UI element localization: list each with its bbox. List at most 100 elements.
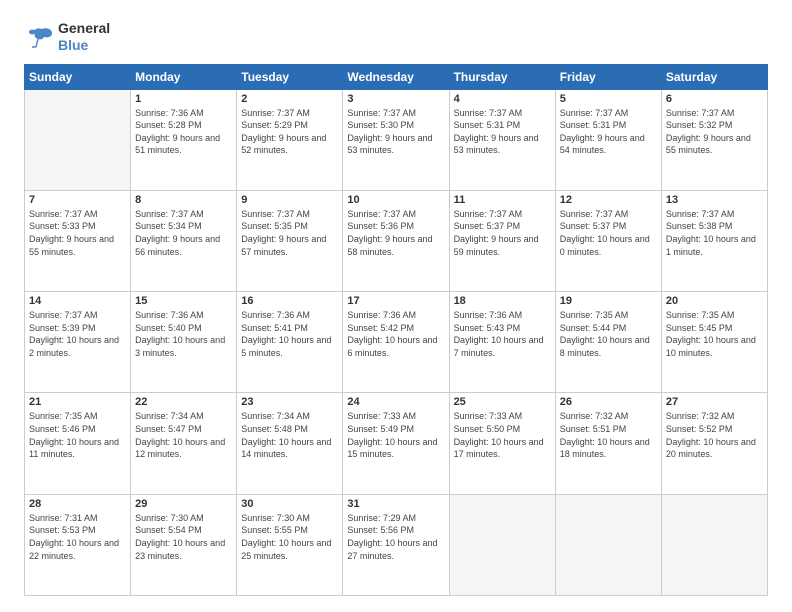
day-number: 25 bbox=[454, 396, 551, 408]
day-number: 10 bbox=[347, 194, 444, 206]
day-info: Sunrise: 7:30 AMSunset: 5:54 PMDaylight:… bbox=[135, 512, 232, 562]
day-number: 17 bbox=[347, 295, 444, 307]
page-header: General Blue bbox=[24, 20, 768, 54]
day-cell: 23 Sunrise: 7:34 AMSunset: 5:48 PMDaylig… bbox=[237, 393, 343, 494]
day-cell: 3 Sunrise: 7:37 AMSunset: 5:30 PMDayligh… bbox=[343, 89, 449, 190]
day-number: 6 bbox=[666, 93, 763, 105]
day-cell: 24 Sunrise: 7:33 AMSunset: 5:49 PMDaylig… bbox=[343, 393, 449, 494]
day-info: Sunrise: 7:37 AMSunset: 5:36 PMDaylight:… bbox=[347, 208, 444, 258]
day-number: 9 bbox=[241, 194, 338, 206]
day-cell: 6 Sunrise: 7:37 AMSunset: 5:32 PMDayligh… bbox=[661, 89, 767, 190]
weekday-header-monday: Monday bbox=[131, 64, 237, 89]
day-number: 16 bbox=[241, 295, 338, 307]
day-number: 27 bbox=[666, 396, 763, 408]
day-info: Sunrise: 7:37 AMSunset: 5:37 PMDaylight:… bbox=[454, 208, 551, 258]
day-info: Sunrise: 7:35 AMSunset: 5:44 PMDaylight:… bbox=[560, 309, 657, 359]
day-cell: 4 Sunrise: 7:37 AMSunset: 5:31 PMDayligh… bbox=[449, 89, 555, 190]
calendar-table: SundayMondayTuesdayWednesdayThursdayFrid… bbox=[24, 64, 768, 596]
weekday-header-sunday: Sunday bbox=[25, 64, 131, 89]
day-cell: 1 Sunrise: 7:36 AMSunset: 5:28 PMDayligh… bbox=[131, 89, 237, 190]
weekday-header-row: SundayMondayTuesdayWednesdayThursdayFrid… bbox=[25, 64, 768, 89]
day-info: Sunrise: 7:37 AMSunset: 5:38 PMDaylight:… bbox=[666, 208, 763, 258]
day-info: Sunrise: 7:34 AMSunset: 5:47 PMDaylight:… bbox=[135, 410, 232, 460]
day-cell: 9 Sunrise: 7:37 AMSunset: 5:35 PMDayligh… bbox=[237, 190, 343, 291]
day-cell: 29 Sunrise: 7:30 AMSunset: 5:54 PMDaylig… bbox=[131, 494, 237, 595]
day-info: Sunrise: 7:37 AMSunset: 5:35 PMDaylight:… bbox=[241, 208, 338, 258]
weekday-header-saturday: Saturday bbox=[661, 64, 767, 89]
week-row-4: 21 Sunrise: 7:35 AMSunset: 5:46 PMDaylig… bbox=[25, 393, 768, 494]
week-row-2: 7 Sunrise: 7:37 AMSunset: 5:33 PMDayligh… bbox=[25, 190, 768, 291]
day-info: Sunrise: 7:35 AMSunset: 5:45 PMDaylight:… bbox=[666, 309, 763, 359]
day-number: 30 bbox=[241, 498, 338, 510]
day-number: 3 bbox=[347, 93, 444, 105]
day-info: Sunrise: 7:35 AMSunset: 5:46 PMDaylight:… bbox=[29, 410, 126, 460]
day-info: Sunrise: 7:37 AMSunset: 5:37 PMDaylight:… bbox=[560, 208, 657, 258]
day-info: Sunrise: 7:34 AMSunset: 5:48 PMDaylight:… bbox=[241, 410, 338, 460]
day-cell: 11 Sunrise: 7:37 AMSunset: 5:37 PMDaylig… bbox=[449, 190, 555, 291]
day-number: 19 bbox=[560, 295, 657, 307]
day-number: 29 bbox=[135, 498, 232, 510]
day-number: 18 bbox=[454, 295, 551, 307]
day-number: 14 bbox=[29, 295, 126, 307]
day-cell: 7 Sunrise: 7:37 AMSunset: 5:33 PMDayligh… bbox=[25, 190, 131, 291]
day-cell bbox=[449, 494, 555, 595]
day-cell: 30 Sunrise: 7:30 AMSunset: 5:55 PMDaylig… bbox=[237, 494, 343, 595]
week-row-5: 28 Sunrise: 7:31 AMSunset: 5:53 PMDaylig… bbox=[25, 494, 768, 595]
day-info: Sunrise: 7:37 AMSunset: 5:31 PMDaylight:… bbox=[454, 107, 551, 157]
day-cell: 26 Sunrise: 7:32 AMSunset: 5:51 PMDaylig… bbox=[555, 393, 661, 494]
day-info: Sunrise: 7:37 AMSunset: 5:29 PMDaylight:… bbox=[241, 107, 338, 157]
logo-text: General Blue bbox=[58, 20, 110, 54]
day-info: Sunrise: 7:36 AMSunset: 5:43 PMDaylight:… bbox=[454, 309, 551, 359]
day-number: 21 bbox=[29, 396, 126, 408]
day-info: Sunrise: 7:37 AMSunset: 5:32 PMDaylight:… bbox=[666, 107, 763, 157]
day-number: 23 bbox=[241, 396, 338, 408]
day-info: Sunrise: 7:36 AMSunset: 5:40 PMDaylight:… bbox=[135, 309, 232, 359]
weekday-header-tuesday: Tuesday bbox=[237, 64, 343, 89]
day-number: 12 bbox=[560, 194, 657, 206]
week-row-3: 14 Sunrise: 7:37 AMSunset: 5:39 PMDaylig… bbox=[25, 292, 768, 393]
day-info: Sunrise: 7:37 AMSunset: 5:30 PMDaylight:… bbox=[347, 107, 444, 157]
day-cell: 27 Sunrise: 7:32 AMSunset: 5:52 PMDaylig… bbox=[661, 393, 767, 494]
logo: General Blue bbox=[24, 20, 110, 54]
day-info: Sunrise: 7:32 AMSunset: 5:52 PMDaylight:… bbox=[666, 410, 763, 460]
day-info: Sunrise: 7:31 AMSunset: 5:53 PMDaylight:… bbox=[29, 512, 126, 562]
day-number: 13 bbox=[666, 194, 763, 206]
day-number: 5 bbox=[560, 93, 657, 105]
day-number: 31 bbox=[347, 498, 444, 510]
day-info: Sunrise: 7:30 AMSunset: 5:55 PMDaylight:… bbox=[241, 512, 338, 562]
day-cell bbox=[555, 494, 661, 595]
day-info: Sunrise: 7:37 AMSunset: 5:39 PMDaylight:… bbox=[29, 309, 126, 359]
day-cell: 12 Sunrise: 7:37 AMSunset: 5:37 PMDaylig… bbox=[555, 190, 661, 291]
weekday-header-friday: Friday bbox=[555, 64, 661, 89]
day-number: 20 bbox=[666, 295, 763, 307]
day-cell: 28 Sunrise: 7:31 AMSunset: 5:53 PMDaylig… bbox=[25, 494, 131, 595]
day-cell: 13 Sunrise: 7:37 AMSunset: 5:38 PMDaylig… bbox=[661, 190, 767, 291]
day-cell: 8 Sunrise: 7:37 AMSunset: 5:34 PMDayligh… bbox=[131, 190, 237, 291]
day-cell: 20 Sunrise: 7:35 AMSunset: 5:45 PMDaylig… bbox=[661, 292, 767, 393]
day-cell: 2 Sunrise: 7:37 AMSunset: 5:29 PMDayligh… bbox=[237, 89, 343, 190]
day-number: 26 bbox=[560, 396, 657, 408]
day-cell: 22 Sunrise: 7:34 AMSunset: 5:47 PMDaylig… bbox=[131, 393, 237, 494]
day-cell: 10 Sunrise: 7:37 AMSunset: 5:36 PMDaylig… bbox=[343, 190, 449, 291]
logo-bird-icon bbox=[24, 25, 54, 49]
day-cell: 5 Sunrise: 7:37 AMSunset: 5:31 PMDayligh… bbox=[555, 89, 661, 190]
day-number: 8 bbox=[135, 194, 232, 206]
day-number: 22 bbox=[135, 396, 232, 408]
day-cell bbox=[661, 494, 767, 595]
day-info: Sunrise: 7:36 AMSunset: 5:42 PMDaylight:… bbox=[347, 309, 444, 359]
day-cell: 14 Sunrise: 7:37 AMSunset: 5:39 PMDaylig… bbox=[25, 292, 131, 393]
day-number: 11 bbox=[454, 194, 551, 206]
day-cell: 17 Sunrise: 7:36 AMSunset: 5:42 PMDaylig… bbox=[343, 292, 449, 393]
day-info: Sunrise: 7:33 AMSunset: 5:50 PMDaylight:… bbox=[454, 410, 551, 460]
day-number: 2 bbox=[241, 93, 338, 105]
day-number: 7 bbox=[29, 194, 126, 206]
day-info: Sunrise: 7:37 AMSunset: 5:31 PMDaylight:… bbox=[560, 107, 657, 157]
weekday-header-thursday: Thursday bbox=[449, 64, 555, 89]
day-info: Sunrise: 7:36 AMSunset: 5:41 PMDaylight:… bbox=[241, 309, 338, 359]
day-info: Sunrise: 7:37 AMSunset: 5:33 PMDaylight:… bbox=[29, 208, 126, 258]
weekday-header-wednesday: Wednesday bbox=[343, 64, 449, 89]
day-cell: 21 Sunrise: 7:35 AMSunset: 5:46 PMDaylig… bbox=[25, 393, 131, 494]
day-info: Sunrise: 7:32 AMSunset: 5:51 PMDaylight:… bbox=[560, 410, 657, 460]
day-cell bbox=[25, 89, 131, 190]
week-row-1: 1 Sunrise: 7:36 AMSunset: 5:28 PMDayligh… bbox=[25, 89, 768, 190]
